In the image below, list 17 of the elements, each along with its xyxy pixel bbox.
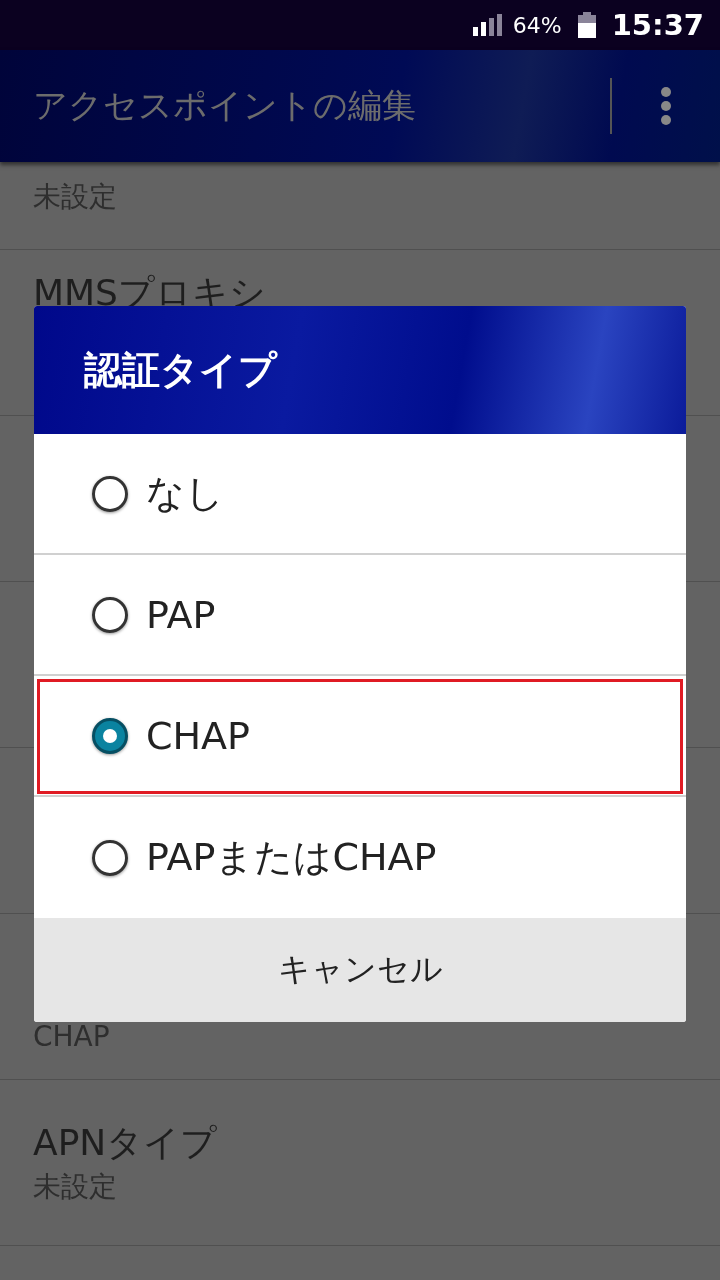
cancel-button[interactable]: キャンセル bbox=[34, 918, 686, 1022]
radio-option[interactable]: なし bbox=[34, 434, 686, 555]
dialog-title: 認証タイプ bbox=[84, 346, 277, 394]
signal-icon bbox=[472, 14, 503, 36]
screen-title: アクセスポイントの編集 bbox=[33, 84, 417, 127]
setting-title: APNタイプ bbox=[33, 1121, 219, 1165]
battery-percent: 64% bbox=[512, 12, 562, 38]
clock: 15:37 bbox=[611, 8, 704, 42]
overflow-menu-icon[interactable] bbox=[660, 86, 672, 126]
radio-button[interactable] bbox=[92, 839, 128, 876]
radio-option[interactable]: PAP bbox=[34, 555, 686, 676]
radio-button[interactable] bbox=[92, 475, 128, 512]
radio-option[interactable]: CHAP bbox=[34, 676, 686, 797]
radio-option[interactable]: PAPまたはCHAP bbox=[34, 797, 686, 918]
radio-button[interactable] bbox=[92, 717, 128, 754]
radio-button[interactable] bbox=[92, 596, 128, 633]
battery-icon bbox=[577, 12, 596, 38]
